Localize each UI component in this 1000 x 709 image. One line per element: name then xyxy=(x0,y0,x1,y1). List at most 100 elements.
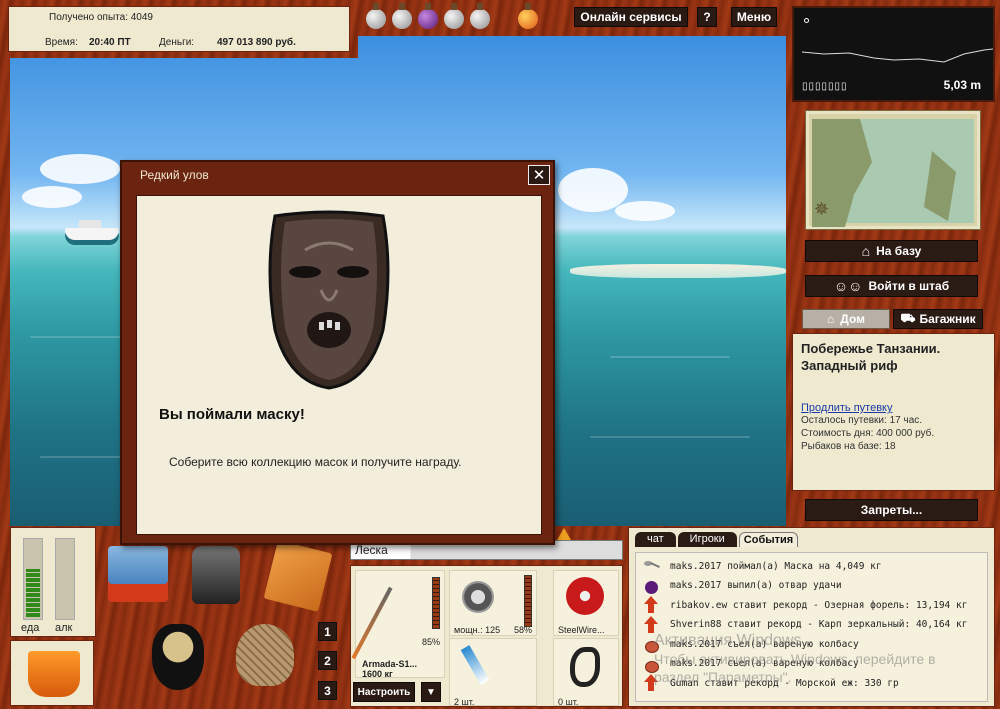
bait-slot[interactable]: 0 шт. xyxy=(553,638,619,707)
dialog-title: Редкий улов xyxy=(140,168,209,182)
event-text: maks.2017 выпил(а) отвар удачи xyxy=(670,580,842,591)
chat-tabs: чат Игроки События xyxy=(635,532,799,547)
event-text: ribakov.ew ставит рекорд - Озерная форел… xyxy=(670,599,968,611)
online-services-button[interactable]: Онлайн сервисы xyxy=(574,7,688,27)
event-entry: Shverin88 ставит рекорд - Карп зеркальны… xyxy=(642,615,967,634)
arrow-icon xyxy=(642,615,660,634)
line-label: Леска xyxy=(355,543,388,557)
menu-button[interactable]: Меню xyxy=(731,7,777,27)
help-button[interactable]: ? xyxy=(697,7,717,27)
potion-icon[interactable] xyxy=(392,3,412,29)
float-icon xyxy=(460,645,490,685)
setup-button[interactable]: Настроить xyxy=(353,682,415,702)
dialog-body: Вы поймали маску! Соберите всю коллекцию… xyxy=(136,195,542,535)
money-value: 497 013 890 руб. xyxy=(217,37,296,48)
potion-icon[interactable] xyxy=(470,3,490,29)
bans-label: Запреты... xyxy=(860,503,923,517)
chat-panel: чат Игроки События maks.2017 поймал(а) М… xyxy=(628,527,995,707)
mask-icon xyxy=(268,210,390,390)
reel-icon xyxy=(462,581,494,613)
arrow-icon xyxy=(642,596,660,614)
rod-percent: 85% xyxy=(422,637,441,647)
cloud xyxy=(22,186,82,208)
event-log[interactable]: maks.2017 поймал(а) Маска на 4,049 кг mak… xyxy=(635,552,988,702)
worm-icon xyxy=(570,647,600,687)
fire-potion-icon[interactable] xyxy=(518,3,538,29)
line-slot[interactable]: SteelWire... xyxy=(553,570,619,636)
event-text: maks.2017 съел(а) вареную колбасу xyxy=(670,638,859,650)
potion-icon[interactable] xyxy=(366,3,386,29)
wave xyxy=(590,436,750,438)
rod-icon xyxy=(351,586,393,660)
bait-count: 0 шт. xyxy=(558,697,579,707)
rod-name: Armada-S1... xyxy=(362,659,418,669)
hook-slot[interactable]: 2 шт. xyxy=(449,638,537,707)
close-icon[interactable]: ✕ xyxy=(528,165,550,185)
mug-icon xyxy=(642,655,660,673)
food-meter-fill xyxy=(26,568,40,617)
location-panel: Побережье Танзании. Западный риф Продлит… xyxy=(792,333,995,491)
cloud xyxy=(615,201,675,221)
tab-events[interactable]: События xyxy=(738,532,799,547)
event-text: Guman ставит рекорд - Морской еж: 330 гр xyxy=(670,677,899,689)
enter-hq-label: Войти в штаб xyxy=(868,279,950,293)
hooks-count: 2 шт. xyxy=(454,697,475,707)
wave xyxy=(40,456,130,458)
slot-3-button[interactable]: 3 xyxy=(318,681,337,700)
potion-icon[interactable] xyxy=(444,3,464,29)
food-label: еда xyxy=(21,622,40,634)
slot-2-button[interactable]: 2 xyxy=(318,651,337,670)
location-title: Побережье Танзании. Западный риф xyxy=(801,341,941,373)
net-sack-icon[interactable] xyxy=(236,624,294,686)
depth-sonar: ▯▯▯▯▯▯▯ 5,03 m xyxy=(792,6,995,102)
player-info-panel: Получено опыта: 4049 Время: 20:40 ПТ Ден… xyxy=(8,6,350,52)
bans-button[interactable]: Запреты... xyxy=(805,499,978,521)
status-meters: еда алк xyxy=(10,527,96,637)
setup-dropdown-button[interactable]: ▼ xyxy=(421,682,441,702)
event-entry: Guman ставит рекорд - Морской еж: 330 гр xyxy=(642,674,899,692)
cauldron-icon[interactable] xyxy=(152,624,204,690)
to-base-button[interactable]: ⌂ На базу xyxy=(805,240,978,262)
dialog-heading: Вы поймали маску! xyxy=(159,406,305,423)
to-base-label: На базу xyxy=(876,244,922,258)
bucket-slot[interactable] xyxy=(10,640,94,706)
reel-slot[interactable]: мощн.: 125 58% xyxy=(449,570,537,636)
alcohol-label: алк xyxy=(55,622,73,634)
backpack-icon[interactable] xyxy=(192,546,240,604)
luck-potion-icon[interactable] xyxy=(418,3,438,29)
tab-home-label: Дом xyxy=(840,312,865,326)
food-meter xyxy=(23,538,43,620)
depth-value: 5,03 m xyxy=(943,78,981,92)
reel-percent: 58% xyxy=(514,625,533,635)
potions-bar xyxy=(356,2,566,36)
dialog-text: Соберите всю коллекцию масок и получите … xyxy=(169,455,462,469)
spoon-icon xyxy=(642,557,660,575)
dialog-titlebar: Редкий улов ✕ xyxy=(122,162,553,188)
alcohol-meter xyxy=(55,538,75,620)
tab-players[interactable]: Игроки xyxy=(677,532,737,547)
bottom-profile-chart xyxy=(801,48,993,63)
slot-1-button[interactable]: 1 xyxy=(318,622,337,641)
tab-trunk-label: Багажник xyxy=(919,312,976,326)
rod-weight: 1600 кг xyxy=(362,669,393,679)
wave xyxy=(610,356,730,358)
event-text: maks.2017 съел(а) вареную колбасу xyxy=(670,658,859,669)
mug-icon xyxy=(642,635,660,653)
time-value: 20:40 ПТ xyxy=(89,37,131,48)
warning-icon xyxy=(557,528,571,540)
reel-durability-meter xyxy=(524,575,532,627)
people-icon: ☺☺ xyxy=(833,278,863,294)
tab-chat[interactable]: чат xyxy=(635,532,676,547)
tab-trunk[interactable]: ⛟ Багажник xyxy=(893,309,983,329)
tab-home[interactable]: ⌂ Дом xyxy=(802,309,890,329)
tackle-box-icon[interactable] xyxy=(108,546,168,602)
event-entry: maks.2017 поймал(а) Маска на 4,049 кг xyxy=(642,557,882,575)
event-entry: maks.2017 съел(а) вареную колбасу xyxy=(642,635,859,653)
location-map[interactable]: ✵ xyxy=(805,110,981,230)
enter-hq-button[interactable]: ☺☺ Войти в штаб xyxy=(805,275,978,297)
arrow-icon xyxy=(642,674,660,692)
day-cost-text: Стоимость дня: 400 000 руб. xyxy=(801,428,935,439)
rod-slot[interactable]: 85% Armada-S1... 1600 кг xyxy=(351,570,445,679)
tackle-panel: 85% Armada-S1... 1600 кг мощн.: 125 58% … xyxy=(350,565,623,707)
extend-trip-link[interactable]: Продлить путевку xyxy=(801,402,986,414)
